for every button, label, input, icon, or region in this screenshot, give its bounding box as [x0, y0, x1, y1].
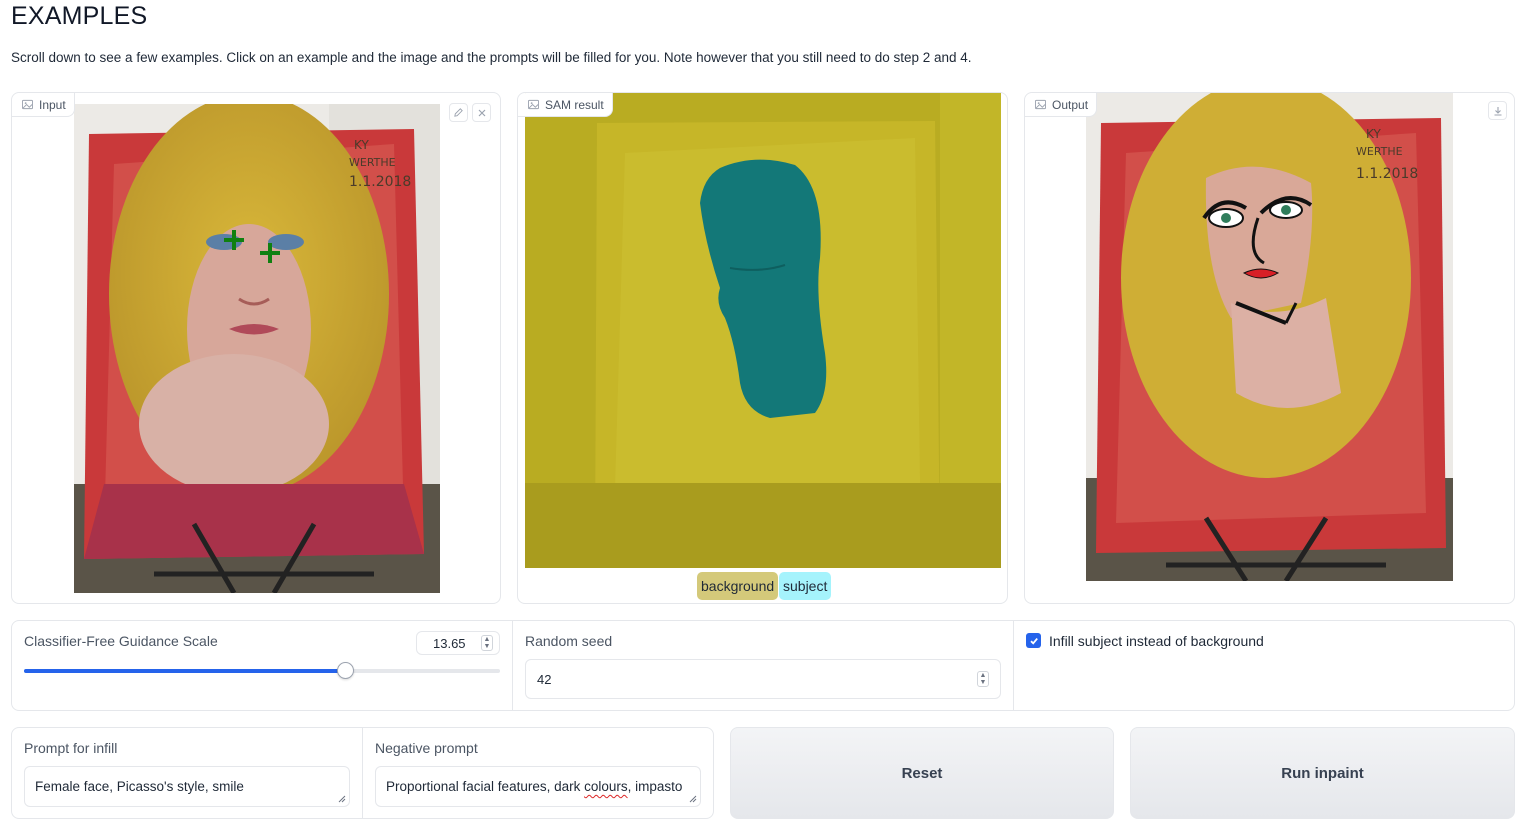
sam-label: SAM result	[545, 97, 604, 112]
divider	[362, 728, 363, 818]
legend-subject: subject	[779, 572, 832, 600]
edit-button[interactable]	[449, 103, 468, 122]
negative-prompt-textarea[interactable]: Proportional facial features, dark colou…	[375, 766, 701, 807]
resize-handle-icon[interactable]	[687, 793, 697, 803]
sam-result-panel: SAM result background subject	[517, 92, 1008, 604]
infill-checkbox-label[interactable]: Infill subject instead of background	[1049, 633, 1264, 649]
output-image: KY WERTHE 1.1.2018	[1086, 93, 1453, 581]
spinner-icon[interactable]: ▲ ▼	[977, 671, 989, 687]
output-painting: KY WERTHE 1.1.2018	[1086, 93, 1453, 581]
infill-prompt-label: Prompt for infill	[24, 740, 118, 756]
run-inpaint-button[interactable]: Run inpaint	[1130, 727, 1515, 819]
reset-button[interactable]: Reset	[730, 727, 1114, 819]
svg-text:1.1.2018: 1.1.2018	[1356, 166, 1418, 182]
page-title: EXAMPLES	[11, 2, 148, 30]
svg-text:WERTHE: WERTHE	[349, 156, 396, 169]
svg-text:WERTHE: WERTHE	[1356, 145, 1403, 158]
sam-label-chip: SAM result	[518, 93, 613, 117]
output-label-chip: Output	[1025, 93, 1098, 117]
divider	[1013, 621, 1014, 710]
output-image-panel: Output KY WERTHE 1.1.2018	[1024, 92, 1515, 604]
spellcheck-word: colours	[584, 779, 628, 794]
download-button[interactable]	[1488, 101, 1507, 120]
svg-text:1.1.2018: 1.1.2018	[349, 174, 411, 190]
guidance-number-input[interactable]: 13.65 ▲ ▼	[416, 631, 500, 655]
examples-description: Scroll down to see a few examples. Click…	[11, 50, 972, 65]
close-icon	[478, 109, 485, 116]
download-icon	[1494, 106, 1501, 116]
input-label-chip: Input	[12, 93, 75, 117]
negative-prompt-label: Negative prompt	[375, 740, 478, 756]
checkmark-icon	[1029, 637, 1038, 645]
image-icon	[1035, 99, 1046, 110]
resize-handle-icon[interactable]	[336, 793, 346, 803]
painting-illustration: KY WERTHE 1.1.2018	[74, 104, 440, 593]
spinner-icon[interactable]: ▲ ▼	[481, 635, 493, 651]
guidance-label: Classifier-Free Guidance Scale	[24, 633, 218, 649]
infill-prompt-textarea[interactable]: Female face, Picasso's style, smile	[24, 766, 350, 807]
clear-image-button[interactable]	[472, 103, 491, 122]
image-icon	[22, 99, 33, 110]
input-label: Input	[39, 97, 66, 112]
guidance-slider[interactable]	[24, 662, 500, 679]
svg-text:KY: KY	[1366, 127, 1381, 141]
slider-fill	[24, 669, 346, 673]
image-icon	[528, 99, 539, 110]
legend-background: background	[697, 572, 779, 600]
seed-input[interactable]: 42 ▲ ▼	[525, 659, 1001, 699]
divider	[512, 621, 513, 710]
seed-label: Random seed	[525, 633, 613, 649]
infill-checkbox[interactable]	[1026, 633, 1041, 648]
pencil-icon	[454, 108, 463, 117]
sam-result-image	[525, 93, 1001, 568]
input-image[interactable]: KY WERTHE 1.1.2018	[74, 104, 440, 593]
segmentation-mask	[525, 93, 1001, 568]
output-label: Output	[1052, 97, 1089, 112]
svg-text:KY: KY	[354, 138, 369, 152]
input-image-panel[interactable]: Input KY WERTHE 1.1.2018	[11, 92, 501, 604]
